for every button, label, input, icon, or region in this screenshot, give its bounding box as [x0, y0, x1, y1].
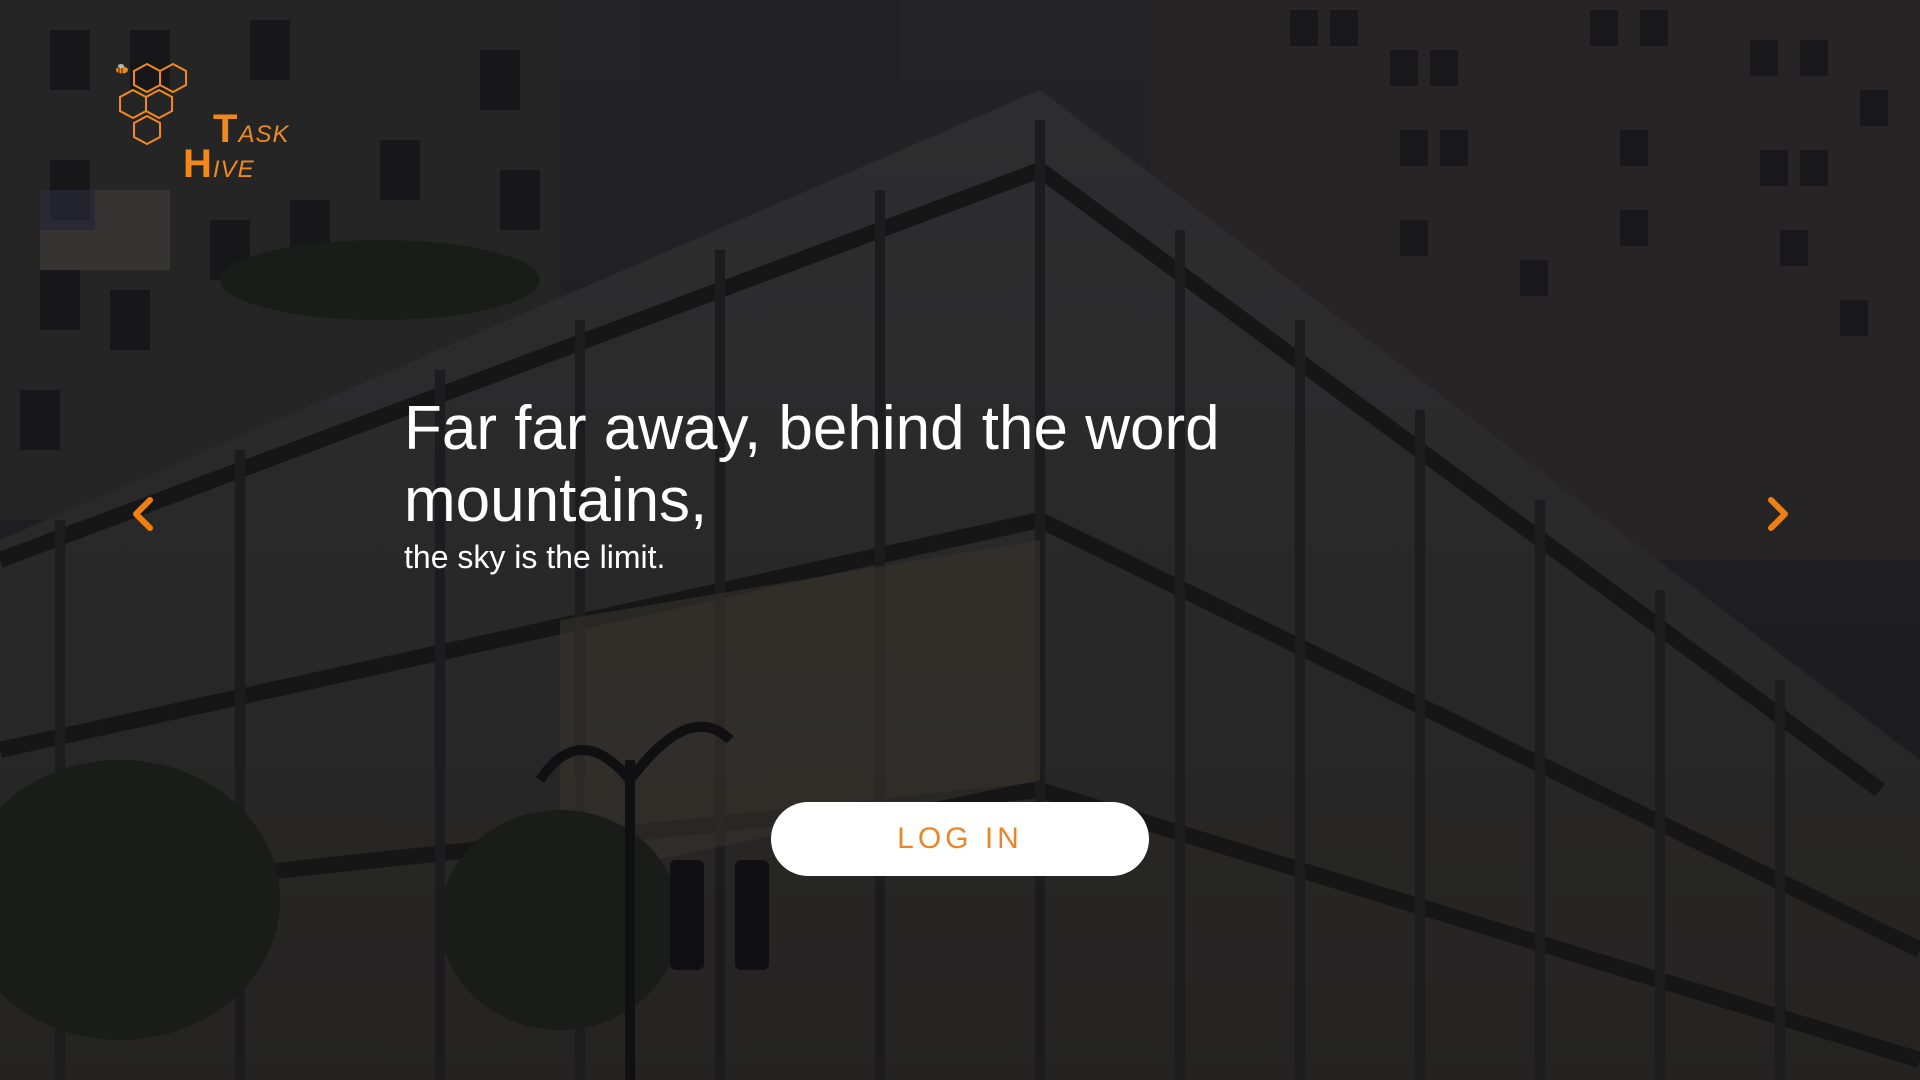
- carousel-prev-button[interactable]: [120, 490, 168, 538]
- chevron-left-icon: [133, 497, 153, 531]
- brand-logo[interactable]: TASK HIVE: [100, 52, 300, 202]
- login-button[interactable]: LOG IN: [771, 802, 1149, 876]
- logo-word-hive: HIVE: [183, 142, 255, 186]
- hero-caption: Far far away, behind the word mountains,…: [404, 393, 1304, 577]
- hero-section: TASK HIVE Far far away, behind the word …: [0, 0, 1920, 1080]
- carousel-next-button[interactable]: [1753, 490, 1801, 538]
- hero-headline: Far far away, behind the word mountains,: [404, 394, 1220, 535]
- chevron-right-icon: [1768, 497, 1788, 531]
- hero-subline: the sky is the limit.: [404, 539, 666, 575]
